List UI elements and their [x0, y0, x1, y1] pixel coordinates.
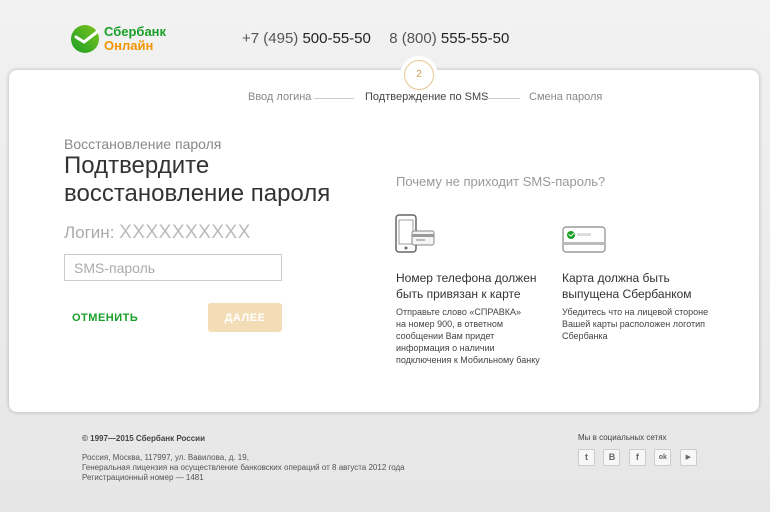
- sberbank-logo-icon: [71, 25, 99, 53]
- phone1-number: 500-55-50: [302, 30, 371, 47]
- cancel-button[interactable]: ОТМЕНИТЬ: [72, 312, 138, 324]
- sberbank-card-icon: [562, 226, 606, 253]
- phone-card-icon: [395, 214, 435, 253]
- vk-icon[interactable]: B: [603, 449, 621, 466]
- logo-text-online: Онлайн: [104, 38, 154, 53]
- logo-text-sberbank: Сбербанк: [104, 24, 167, 39]
- phone2-code: 8 (800): [389, 30, 437, 47]
- odnoklassniki-icon[interactable]: ok: [654, 449, 672, 466]
- social-links: t B f ok ▶: [578, 449, 701, 467]
- social-label: Мы в социальных сетях: [578, 433, 667, 442]
- sms-password-input[interactable]: [64, 254, 282, 281]
- sberbank-logo[interactable]: Сбербанк Онлайн: [70, 24, 180, 54]
- phone2-number: 555-55-50: [440, 30, 510, 47]
- twitter-icon[interactable]: t: [578, 449, 595, 466]
- help-heading: Почему не приходит SMS-пароль?: [396, 174, 606, 189]
- login-display: Логин: XXXXXXXXXX: [64, 222, 251, 244]
- next-button[interactable]: ДАЛЕЕ: [208, 303, 282, 332]
- phone1-code: +7 (495): [242, 30, 299, 47]
- page-title: Подтвердите восстановление пароля: [64, 152, 331, 207]
- phone-numbers: +7 (495) 500-55-50 8 (800) 555-55-50: [242, 30, 509, 47]
- step-login-entry: Ввод логина: [248, 91, 312, 103]
- help-phone-description: Отправьте слово «СПРАВКА» на номер 900, …: [396, 307, 540, 365]
- step-password-change: Смена пароля: [529, 91, 603, 103]
- help-card-description: Убедитесь что на лицевой стороне Вашей к…: [562, 307, 709, 341]
- step-sms-confirmation: Подтверждение по SMS: [365, 91, 489, 103]
- login-value: XXXXXXXXXX: [119, 222, 251, 243]
- help-phone-title: Номер телефона должен быть привязан к ка…: [396, 271, 537, 301]
- footer-address: Россия, Москва, 117997, ул. Вавилова, д.…: [82, 453, 405, 482]
- facebook-icon[interactable]: f: [628, 449, 646, 466]
- form-subtitle: Восстановление пароля: [64, 136, 222, 152]
- step-divider: [314, 98, 354, 99]
- step-divider: [484, 98, 520, 99]
- help-card-title: Карта должна быть выпущена Сбербанком: [562, 271, 692, 301]
- youtube-icon[interactable]: ▶: [679, 449, 697, 466]
- step-number-badge: 2: [404, 60, 434, 90]
- login-label: Логин:: [64, 223, 115, 242]
- footer-copyright: © 1997—2015 Сбербанк России: [82, 434, 205, 443]
